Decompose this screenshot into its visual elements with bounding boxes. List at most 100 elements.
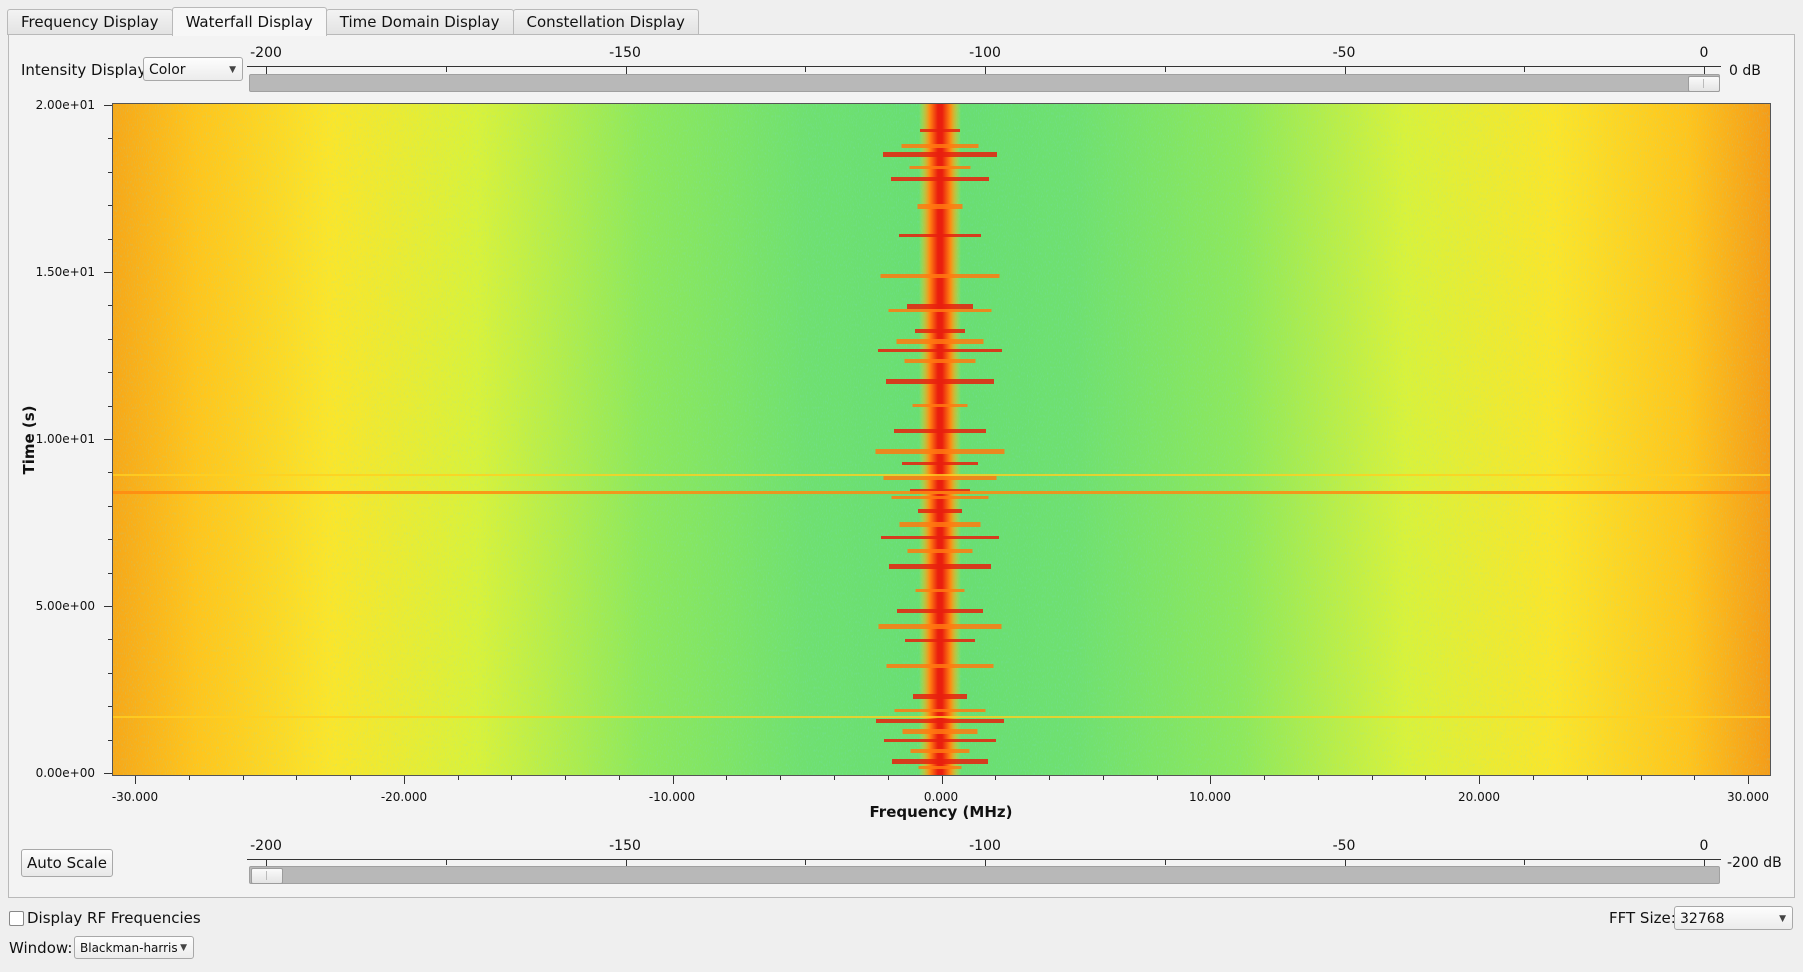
fft-size-label: FFT Size: [1609,909,1676,927]
x-tick [618,776,620,780]
waterfall-plot[interactable] [112,103,1771,776]
burst-streak [881,536,999,539]
bottom-scale-label: -100 [969,838,1001,854]
x-tick [565,776,567,780]
x-tick [242,776,244,780]
bottom-scale-label: -50 [1332,838,1356,854]
top-scale-label: 0 [1699,45,1709,61]
x-tick [672,776,674,784]
display-rf-frequencies-checkbox[interactable] [9,911,24,926]
x-tick [1748,776,1750,784]
burst-streak [896,339,984,344]
fft-size-select[interactable]: 32768 ▼ [1674,906,1793,930]
y-tick [104,439,112,440]
x-tick-label: -30.000 [111,790,159,804]
burst-streak [915,329,965,333]
burst-streak [888,309,992,312]
burst-streak [880,274,1000,278]
burst-streak [894,709,986,712]
y-tick-label: 2.00e+01 [35,98,95,112]
intensity-display-select[interactable]: Color ▼ [143,57,243,81]
burst-streak [878,349,1002,352]
tab-constellation-display[interactable]: Constellation Display [512,9,699,35]
chevron-down-icon: ▼ [1779,914,1786,924]
top-slider-handle[interactable] [1688,76,1720,92]
y-axis: 2.00e+01 1.50e+01 1.00e+01 5.00e+00 0.00… [0,95,112,785]
scale-tick [1524,67,1526,72]
burst-streak [917,204,963,209]
chevron-down-icon: ▼ [180,943,187,953]
scale-tick [805,860,807,865]
x-tick [941,776,943,784]
x-tick [1156,776,1158,780]
x-tick [834,776,835,780]
bottom-intensity-slider[interactable] [249,866,1720,884]
burst-streak [920,129,960,132]
intensity-display-value: Color [149,62,186,78]
burst-streak [892,759,988,764]
y-tick [104,105,112,106]
burst-streak [902,729,978,734]
auto-scale-button[interactable]: Auto Scale [21,849,113,877]
burst-streak [913,694,967,699]
window-select[interactable]: Blackman-harris ▼ [74,936,194,959]
x-tick [511,776,513,780]
burst-streak [886,664,994,668]
tab-bar: Frequency Display Waterfall Display Time… [7,7,699,36]
y-tick [104,773,112,774]
scale-tick [445,860,447,865]
tab-time-domain-display[interactable]: Time Domain Display [325,9,514,35]
burst-streak [907,549,973,553]
x-tick [995,776,997,780]
scale-tick [805,67,807,72]
burst-streak [891,177,989,181]
burst-streak [899,234,981,237]
x-tick [726,776,728,780]
y-tick [104,606,112,607]
bottom-scale-label: 0 [1699,838,1709,854]
x-tick [780,776,782,780]
chevron-down-icon: ▼ [229,65,236,75]
x-tick [1317,776,1319,780]
x-tick [1640,776,1642,780]
top-scale-label: -50 [1332,45,1356,61]
display-rf-frequencies-label: Display RF Frequencies [27,909,201,927]
y-tick-label: 5.00e+00 [35,599,95,613]
tab-waterfall-display[interactable]: Waterfall Display [171,7,327,36]
burst-streak [915,589,965,592]
x-tick [188,776,190,780]
x-tick [1479,776,1481,784]
x-tick [135,776,136,784]
burst-streak [909,166,971,169]
x-tick-label: 30.000 [1727,790,1769,804]
burst-streak [899,522,981,527]
window-value: Blackman-harris [80,941,178,955]
burst-streak [912,404,968,407]
burst-streak [918,509,962,513]
tab-frequency-display[interactable]: Frequency Display [7,9,173,35]
burst-streak [897,609,983,613]
intensity-display-label: Intensity Display: [21,61,151,79]
x-tick-label: -20.000 [380,790,428,804]
x-tick [1694,776,1696,780]
top-scale-label: -100 [969,45,1001,61]
x-tick-label: -10.000 [648,790,696,804]
burst-streak [889,564,991,569]
burst-streak [878,624,1002,629]
scale-tick [1164,860,1166,865]
x-tick-label: 0.000 [923,790,959,804]
top-intensity-slider[interactable] [249,74,1720,92]
scale-tick [1164,67,1166,72]
bottom-db-label: -200 dB [1727,855,1782,871]
burst-streak [907,304,973,309]
burst-streak [891,496,989,499]
x-tick [350,776,352,780]
burst-streak [883,152,997,157]
burst-streak [918,766,962,769]
scale-tick [445,67,447,72]
bottom-slider-handle[interactable] [251,868,283,884]
bottom-scale-label: -200 [250,838,282,854]
y-tick [104,272,112,273]
x-tick [1425,776,1427,780]
window-label: Window: [9,939,73,957]
